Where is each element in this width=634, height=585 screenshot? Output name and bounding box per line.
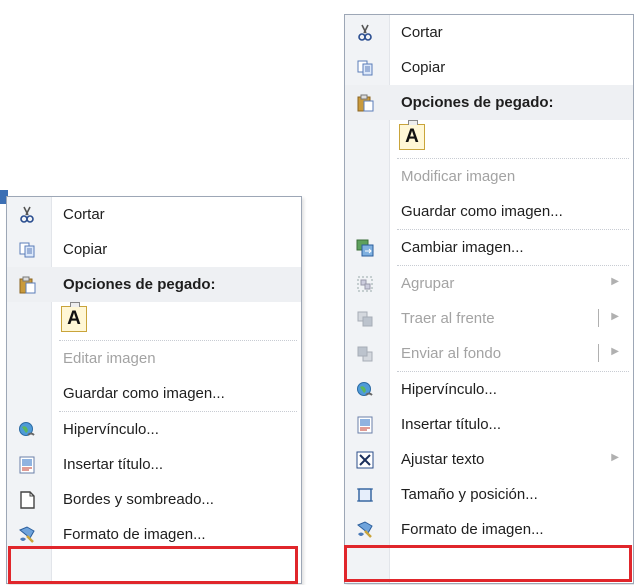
menu-item-format-picture[interactable]: Formato de imagen... — [345, 512, 633, 547]
menu-item-label: Insertar título... — [63, 456, 164, 473]
menu-item-paste-header: Opciones de pegado: — [345, 85, 633, 120]
menu-items: Cortar Copiar Opciones de pegado: A Editar i… — [7, 197, 301, 552]
menu-item-label: Copiar — [63, 241, 108, 258]
context-menu-right: Cortar Copiar Opciones de pegado: A Modifica… — [344, 14, 634, 584]
menu-item-label: Insertar título... — [401, 416, 502, 433]
menu-item-size-position[interactable]: Tamaño y posición... — [345, 477, 633, 512]
menu-item-label: Formato de imagen... — [63, 526, 206, 543]
menu-item-copy[interactable]: Copiar — [345, 50, 633, 85]
menu-item-label: Hipervínculo... — [63, 421, 159, 438]
menu-item-edit-image[interactable]: Editar imagen — [7, 341, 301, 376]
menu-item-label: Guardar como imagen... — [63, 385, 225, 402]
menu-item-paste-header: Opciones de pegado: — [7, 267, 301, 302]
menu-item-label: Guardar como imagen... — [401, 203, 563, 220]
size-position-icon — [356, 486, 374, 504]
copy-icon — [18, 241, 36, 259]
globe-link-icon — [356, 381, 374, 399]
menu-item-label: Hipervínculo... — [401, 381, 497, 398]
menu-item-cut[interactable]: Cortar — [345, 15, 633, 50]
menu-item-send-back[interactable]: Enviar al fondo ▶ — [345, 336, 633, 371]
group-icon — [356, 275, 374, 293]
caption-icon — [18, 456, 36, 474]
wrap-text-icon — [356, 451, 374, 469]
menu-item-cut[interactable]: Cortar — [7, 197, 301, 232]
submenu-arrow-icon: ▶ — [611, 311, 619, 322]
menu-item-insert-caption[interactable]: Insertar título... — [7, 447, 301, 482]
menu-item-insert-caption[interactable]: Insertar título... — [345, 407, 633, 442]
menu-item-label: Modificar imagen — [401, 168, 516, 185]
menu-item-label: Tamaño y posición... — [401, 486, 538, 503]
page-border-icon — [18, 491, 36, 509]
menu-items: Cortar Copiar Opciones de pegado: A Modifica… — [345, 15, 633, 547]
menu-item-label: Cambiar imagen... — [401, 239, 524, 256]
paste-keep-text-icon[interactable]: A — [61, 302, 87, 332]
menu-item-label: Cortar — [63, 206, 105, 223]
copy-icon — [356, 59, 374, 77]
menu-item-copy[interactable]: Copiar — [7, 232, 301, 267]
menu-item-bring-front[interactable]: Traer al frente ▶ — [345, 301, 633, 336]
split-divider — [598, 309, 599, 327]
menu-item-change-image[interactable]: Cambiar imagen... — [345, 230, 633, 265]
menu-item-label: Formato de imagen... — [401, 521, 544, 538]
menu-item-label: Editar imagen — [63, 350, 156, 367]
clipboard-icon — [356, 94, 374, 112]
format-picture-icon — [356, 521, 374, 539]
menu-item-save-as-image[interactable]: Guardar como imagen... — [7, 376, 301, 411]
format-picture-icon — [18, 526, 36, 544]
context-menu-left: Cortar Copiar Opciones de pegado: A Editar i… — [6, 196, 302, 584]
menu-item-borders-shading[interactable]: Bordes y sombreado... — [7, 482, 301, 517]
menu-item-save-as-image[interactable]: Guardar como imagen... — [345, 194, 633, 229]
menu-item-label: Cortar — [401, 24, 443, 41]
menu-item-label: Traer al frente — [401, 310, 495, 327]
submenu-arrow-icon: ▶ — [611, 346, 619, 357]
submenu-arrow-icon: ▶ — [611, 276, 619, 287]
menu-item-modify-image[interactable]: Modificar imagen — [345, 159, 633, 194]
menu-item-group[interactable]: Agrupar ▶ — [345, 266, 633, 301]
send-back-icon — [356, 345, 374, 363]
split-divider — [598, 344, 599, 362]
menu-item-paste-text[interactable]: A — [7, 302, 301, 340]
menu-item-hyperlink[interactable]: Hipervínculo... — [7, 412, 301, 447]
change-picture-icon — [356, 239, 374, 257]
menu-item-label: Ajustar texto — [401, 451, 485, 468]
menu-item-label: Agrupar — [401, 275, 455, 292]
menu-item-format-picture[interactable]: Formato de imagen... — [7, 517, 301, 552]
menu-item-label: Opciones de pegado: — [401, 94, 554, 111]
menu-item-label: Opciones de pegado: — [63, 276, 216, 293]
menu-item-label: Bordes y sombreado... — [63, 491, 214, 508]
menu-item-hyperlink[interactable]: Hipervínculo... — [345, 372, 633, 407]
menu-item-label: Enviar al fondo — [401, 345, 502, 362]
menu-item-paste-text[interactable]: A — [345, 120, 633, 158]
menu-item-label: Copiar — [401, 59, 446, 76]
bring-front-icon — [356, 310, 374, 328]
submenu-arrow-icon: ▶ — [611, 452, 619, 463]
paste-keep-text-icon[interactable]: A — [399, 120, 425, 150]
scissors-icon — [18, 206, 36, 224]
globe-link-icon — [18, 421, 36, 439]
menu-item-wrap-text[interactable]: Ajustar texto ▶ — [345, 442, 633, 477]
scissors-icon — [356, 24, 374, 42]
caption-icon — [356, 416, 374, 434]
clipboard-icon — [18, 276, 36, 294]
